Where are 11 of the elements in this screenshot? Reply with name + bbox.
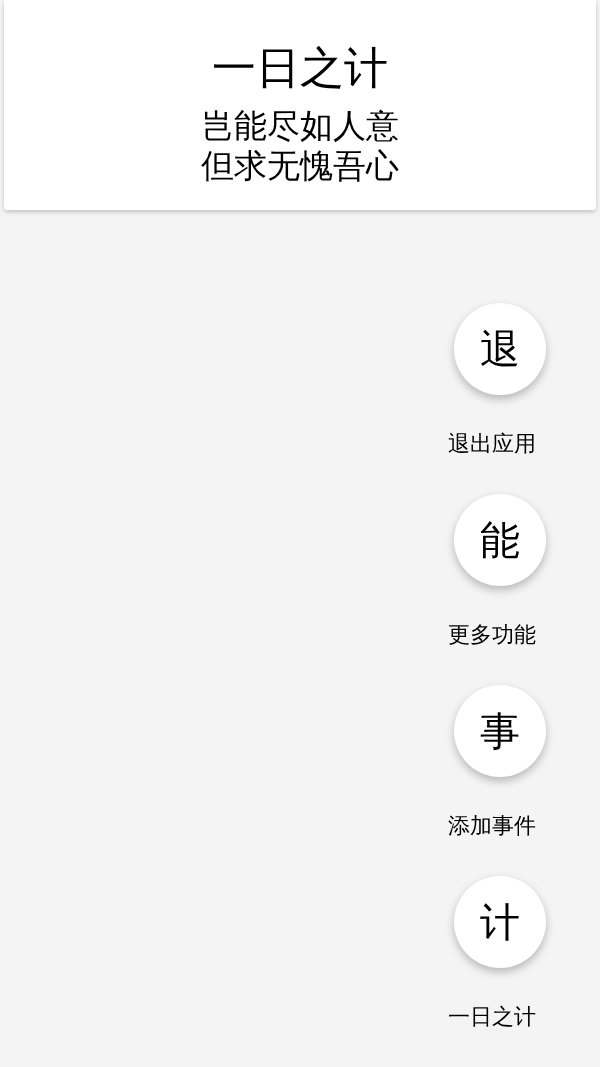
action-label: 添加事件 [448,813,536,839]
action-label: 更多功能 [448,622,536,648]
action-button[interactable]: 退 [454,303,546,395]
action-button[interactable]: 事 [454,685,546,777]
motto-line: 岂能尽如人意 [201,106,399,146]
app-title: 一日之计 [212,41,388,95]
action-button[interactable]: 计 [454,876,546,968]
action-label: 退出应用 [448,431,536,457]
action-button[interactable]: 能 [454,494,546,586]
motto-line: 但求无愧吾心 [201,146,399,186]
action-label: 一日之计 [448,1004,536,1030]
